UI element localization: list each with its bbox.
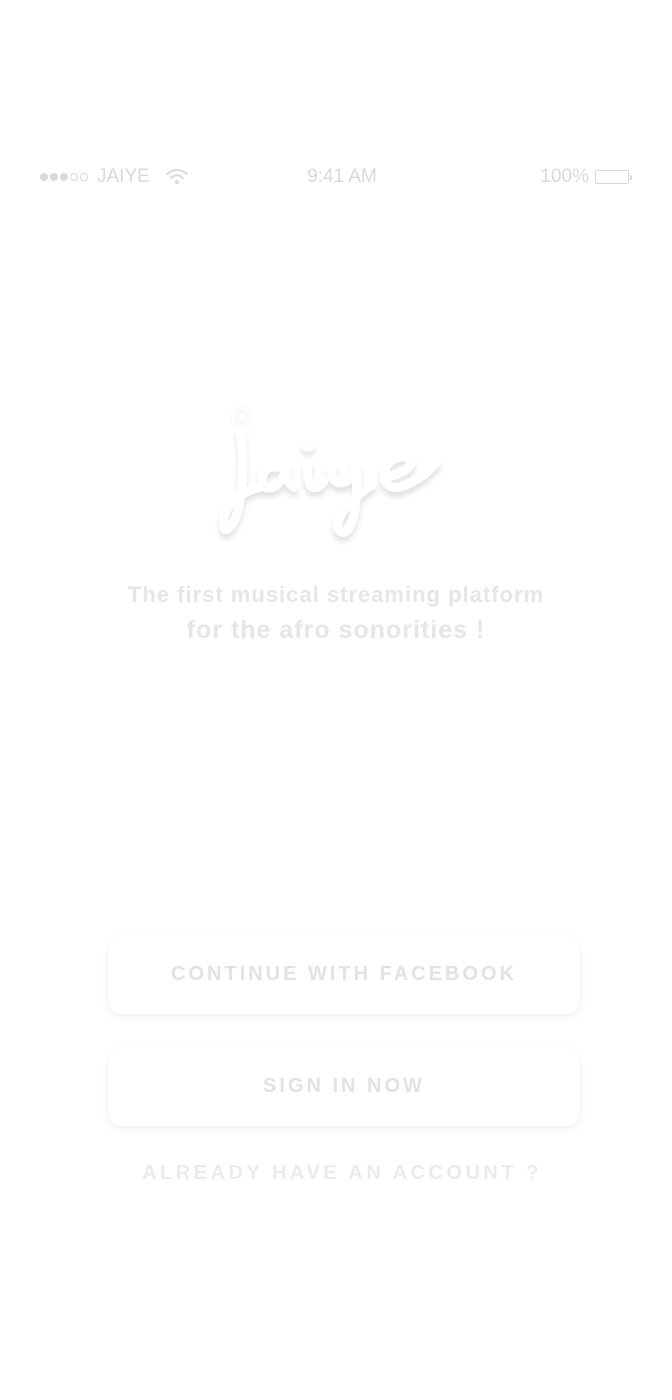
battery-percent: 100% (540, 166, 589, 187)
status-right: 100% (540, 160, 632, 194)
facebook-button-label: CONTINUE WITH FACEBOOK (171, 962, 517, 985)
sign-in-button[interactable]: SIGN IN NOW (108, 1046, 580, 1126)
continue-with-facebook-button[interactable]: CONTINUE WITH FACEBOOK (108, 934, 580, 1014)
battery-icon (595, 170, 632, 184)
jaiye-logo (200, 395, 472, 555)
tagline-line2: for the afro sonorities ! (186, 616, 486, 644)
tagline: The first musical streaming platform for… (0, 580, 672, 648)
sign-in-button-label: SIGN IN NOW (263, 1074, 425, 1097)
status-bar: JAIYE 9:41 AM 100% (40, 160, 632, 194)
already-have-account-link[interactable]: ALREADY HAVE AN ACCOUNT ? (0, 1162, 672, 1185)
tagline-line1: The first musical streaming platform (127, 582, 545, 607)
welcome-screen: JAIYE 9:41 AM 100% The first musical str… (0, 0, 672, 1400)
